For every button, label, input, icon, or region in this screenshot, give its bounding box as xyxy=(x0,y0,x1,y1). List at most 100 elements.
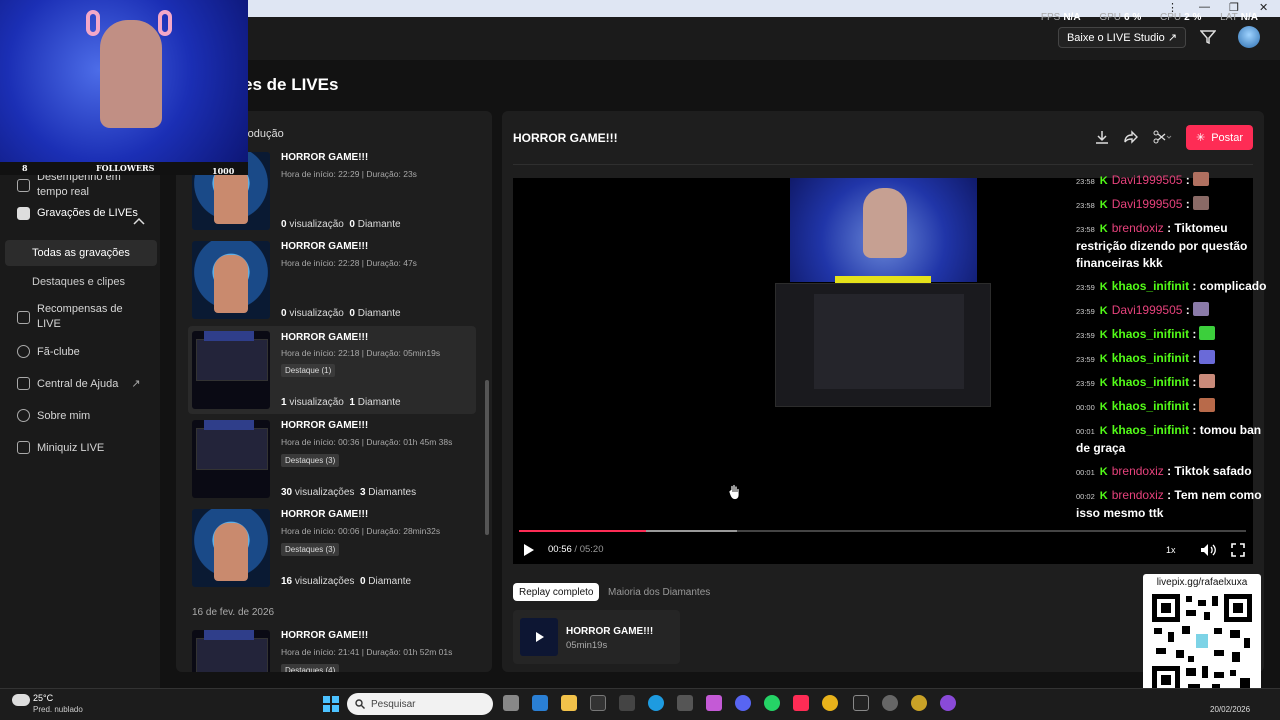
recording-thumbnail[interactable] xyxy=(192,630,270,672)
headset-ear-right xyxy=(158,10,172,36)
chat-emote-icon xyxy=(1192,302,1209,316)
chevron-up-icon[interactable] xyxy=(133,217,145,225)
chat-username: khaos_inifinit xyxy=(1111,399,1190,413)
highlights-badge[interactable]: Destaques (4) xyxy=(281,664,340,672)
video-person xyxy=(863,188,907,258)
store-icon[interactable] xyxy=(677,695,693,711)
recording-item[interactable]: HORROR GAME!!! Hora de início: 00:06 | D… xyxy=(188,509,476,594)
share-icon[interactable] xyxy=(1124,130,1138,144)
taskbar-search[interactable]: Pesquisar xyxy=(347,693,493,715)
sidebar-item-live-recordings[interactable]: Gravações de LIVEs xyxy=(17,206,147,221)
taskbar-date[interactable]: 20/02/2026 xyxy=(1210,705,1250,714)
app-icon[interactable] xyxy=(940,695,956,711)
obs-icon[interactable] xyxy=(882,695,898,711)
heart-icon xyxy=(17,345,30,358)
chat-username: khaos_inifinit xyxy=(1111,375,1190,389)
progress-buffered xyxy=(646,530,738,532)
webcam-overlay: 8 FOLLOWERS 1000 xyxy=(0,0,248,175)
filter-icon[interactable] xyxy=(1200,30,1216,44)
recording-item[interactable]: HORROR GAME!!! Hora de início: 00:36 | D… xyxy=(188,420,476,505)
performance-metrics: FPS N/A GPU 6 % CPU 2 % LAT N/A xyxy=(1025,12,1258,24)
kick-badge-icon: K xyxy=(1099,490,1108,502)
discord-icon[interactable] xyxy=(735,695,751,711)
kick-badge-icon: K xyxy=(1099,353,1108,365)
chat-timestamp: 23:59 xyxy=(1076,283,1095,292)
tab-full-replay[interactable]: Replay completo xyxy=(513,583,600,601)
kick-badge-icon: K xyxy=(1099,401,1108,413)
recording-thumbnail[interactable] xyxy=(192,331,270,409)
capcut-icon[interactable] xyxy=(619,695,635,711)
weather-temperature[interactable]: 25°C xyxy=(33,693,53,703)
playback-speed[interactable]: 1x xyxy=(1166,545,1176,555)
chat-username: khaos_inifinit xyxy=(1111,279,1190,293)
taskbar xyxy=(0,688,1280,720)
recording-item[interactable]: HORROR GAME!!! Hora de início: 21:41 | D… xyxy=(188,630,476,672)
tiktok-app-icon[interactable] xyxy=(853,695,869,711)
kick-badge-icon: K xyxy=(1099,199,1108,211)
chat-message: 00:01 Kbrendoxiz : Tiktok safado xyxy=(1076,463,1276,481)
recording-thumbnail[interactable] xyxy=(192,509,270,587)
recording-thumbnail[interactable] xyxy=(192,241,270,319)
post-button[interactable]: ✳ Postar xyxy=(1186,125,1253,150)
list-scrollbar[interactable] xyxy=(485,380,489,535)
whatsapp-icon[interactable] xyxy=(764,695,780,711)
tab-most-diamonds[interactable]: Maioria dos Diamantes xyxy=(602,583,716,601)
book-icon xyxy=(17,377,30,390)
sidebar-item-highlights-clips[interactable]: Destaques e clipes xyxy=(5,269,157,295)
scissors-icon[interactable] xyxy=(1153,130,1173,144)
download-icon[interactable] xyxy=(1095,130,1109,144)
recording-meta: Hora de início: 22:28 | Duração: 47s xyxy=(281,258,417,268)
user-avatar[interactable] xyxy=(1238,26,1260,48)
recording-stats: 30 visualizações 3 Diamantes xyxy=(281,487,417,498)
sidebar-item-miniquiz[interactable]: Miniquiz LIVE xyxy=(17,441,104,454)
metric-gpu: GPU 6 % xyxy=(1099,12,1142,23)
task-view-icon[interactable] xyxy=(503,695,519,711)
chrome-alt-icon[interactable] xyxy=(911,695,927,711)
tiktok-live-studio-icon[interactable] xyxy=(590,695,606,711)
close-icon[interactable]: ✕ xyxy=(1259,1,1268,14)
download-live-studio-button[interactable]: Baixe o LIVE Studio ↗ xyxy=(1058,27,1186,48)
chrome-icon[interactable] xyxy=(822,695,838,711)
sidebar-item-about-me[interactable]: Sobre mim xyxy=(17,409,90,422)
recording-meta: Hora de início: 00:36 | Duração: 01h 45m… xyxy=(281,437,453,447)
chat-message: 23:58 Kbrendoxiz : Tiktomeu restrição diz… xyxy=(1076,220,1276,272)
chat-message: 23:59 Kkhaos_inifinit : xyxy=(1076,374,1276,392)
player-title: HORROR GAME!!! xyxy=(513,131,618,145)
chat-text: : xyxy=(1189,351,1197,365)
recording-item-selected[interactable]: HORROR GAME!!! Hora de início: 22:18 | D… xyxy=(188,326,476,414)
file-explorer-icon[interactable] xyxy=(561,695,577,711)
copilot-icon[interactable] xyxy=(706,695,722,711)
chat-emote-icon xyxy=(1199,374,1216,388)
recording-stats: 0 visualização 0 Diamante xyxy=(281,308,401,319)
recording-title: HORROR GAME!!! xyxy=(281,152,369,163)
highlights-badge[interactable]: Destaques (3) xyxy=(281,454,340,467)
weather-description[interactable]: Pred. nublado xyxy=(33,705,83,714)
sidebar-item-fan-club[interactable]: Fã-clube xyxy=(17,345,80,358)
cloud-icon xyxy=(12,694,30,706)
windows-start-icon[interactable] xyxy=(323,696,339,712)
chat-message: 23:58 K Davi1999505 : xyxy=(1076,172,1276,190)
tiktok-icon[interactable] xyxy=(793,695,809,711)
sidebar-item-all-recordings[interactable]: Todas as gravações xyxy=(5,240,157,266)
highlights-badge[interactable]: Destaques (3) xyxy=(281,543,340,556)
outlook-icon[interactable] xyxy=(532,695,548,711)
sidebar: Desempenho em tempo real Gravações de LI… xyxy=(0,160,160,688)
chat-message: 23:59 Kkhaos_inifinit : xyxy=(1076,326,1276,344)
recording-item[interactable]: HORROR GAME!!! Hora de início: 22:28 | D… xyxy=(188,241,476,326)
replay-title: HORROR GAME!!! xyxy=(566,626,654,637)
fullscreen-icon[interactable] xyxy=(1231,543,1245,557)
play-icon xyxy=(536,632,544,642)
chat-username: brendoxiz xyxy=(1111,488,1164,502)
recording-thumbnail[interactable] xyxy=(192,420,270,498)
replay-duration: 05min19s xyxy=(566,640,608,651)
volume-icon[interactable] xyxy=(1200,543,1216,557)
play-icon[interactable] xyxy=(524,544,534,556)
sidebar-item-live-rewards[interactable]: Recompensas de LIVE xyxy=(17,302,142,332)
replay-card[interactable]: HORROR GAME!!! 05min19s xyxy=(513,610,680,664)
edge-icon[interactable] xyxy=(648,695,664,711)
progress-bar[interactable] xyxy=(519,530,1246,532)
qr-code-overlay: livepix.gg/rafaelxuxa xyxy=(1143,574,1261,698)
sidebar-item-help-center[interactable]: Central de Ajuda ↗ xyxy=(17,377,141,390)
highlights-badge[interactable]: Destaque (1) xyxy=(281,364,336,377)
page-title: es de LIVEs xyxy=(243,75,339,94)
